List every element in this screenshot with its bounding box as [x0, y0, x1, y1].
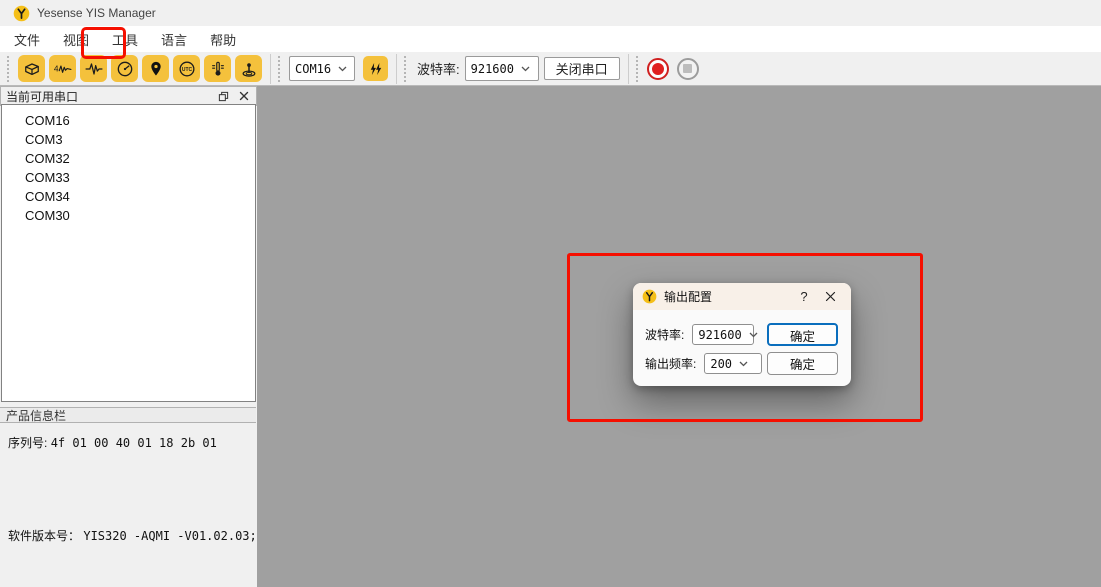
- chevron-down-icon: [739, 361, 748, 367]
- chevron-down-icon: [749, 332, 758, 338]
- thermometer-icon: [208, 59, 228, 79]
- baud-rate-label: 波特率:: [417, 59, 460, 78]
- port-select[interactable]: COM16: [289, 56, 355, 81]
- pulse-waveform-icon: [84, 59, 104, 79]
- thermometer-button[interactable]: [204, 55, 231, 82]
- menu-bar: 文件 视图 工具 语言 帮助: [0, 26, 1101, 52]
- serial-number-label: 序列号:: [8, 436, 47, 450]
- gauge-button[interactable]: [111, 55, 138, 82]
- svg-text:4: 4: [53, 63, 58, 73]
- dock-close-button[interactable]: [235, 89, 253, 104]
- main-workspace: 输出配置 ? 波特率: 921600 确定: [257, 86, 1101, 587]
- dialog-title-bar: 输出配置 ?: [633, 283, 851, 310]
- float-window-icon: [218, 91, 229, 102]
- stop-button[interactable]: [677, 58, 699, 80]
- serial-number-line: 序列号: 4f 01 00 40 01 18 2b 01: [8, 434, 217, 451]
- firmware-version-label: 软件版本号：: [8, 529, 80, 543]
- record-button[interactable]: [647, 58, 669, 80]
- dialog-frequency-select[interactable]: 200: [704, 353, 762, 374]
- gauge-icon: [115, 59, 135, 79]
- product-info-header: 产品信息栏: [0, 407, 256, 423]
- dock-float-button[interactable]: [214, 89, 232, 104]
- menu-help[interactable]: 帮助: [200, 26, 246, 53]
- toolbar-drag-handle[interactable]: [7, 56, 13, 82]
- menu-language[interactable]: 语言: [151, 26, 197, 53]
- firmware-version-line: 软件版本号： YIS320 -AQMI -V01.02.03;: [8, 527, 257, 544]
- port-select-value: COM16: [295, 62, 331, 76]
- toolbar-drag-handle[interactable]: [636, 56, 642, 82]
- cube-3d-button[interactable]: [18, 55, 45, 82]
- dock-title: 当前可用串口: [1, 88, 214, 105]
- window-title: Yesense YIS Manager: [37, 6, 156, 20]
- magnetometer-knob-button[interactable]: [235, 55, 262, 82]
- toolbar-separator: [628, 54, 629, 84]
- serial-number-value: 4f 01 00 40 01 18 2b 01: [51, 436, 217, 450]
- dialog-baud-select[interactable]: 921600: [692, 324, 754, 345]
- serial-port-dock-panel: 当前可用串口 COM16 COM3 COM32 COM33 COM34 COM3…: [0, 86, 257, 587]
- list-item-port[interactable]: COM33: [2, 168, 255, 187]
- baud-rate-value: 921600: [471, 62, 514, 76]
- dialog-baud-ok-button[interactable]: 确定: [767, 323, 838, 346]
- dialog-title: 输出配置: [664, 288, 793, 305]
- dialog-frequency-label: 输出频率:: [645, 355, 696, 372]
- toolbar: 4 UTC: [0, 52, 1101, 86]
- dock-header: 当前可用串口: [0, 86, 257, 106]
- baud-rate-select[interactable]: 921600: [465, 56, 539, 81]
- record-icon: [652, 63, 664, 75]
- toolbar-drag-handle[interactable]: [404, 56, 410, 82]
- output-frequency-row: 输出频率: 200 确定: [645, 352, 838, 375]
- dialog-frequency-value: 200: [710, 357, 732, 371]
- dialog-frequency-ok-button[interactable]: 确定: [767, 352, 838, 375]
- utc-clock-button[interactable]: UTC: [173, 55, 200, 82]
- svg-text:UTC: UTC: [181, 66, 192, 72]
- cube-3d-icon: [22, 59, 42, 79]
- toolbar-drag-handle[interactable]: [278, 56, 284, 82]
- available-ports-list: COM16 COM3 COM32 COM33 COM34 COM30: [1, 104, 256, 402]
- list-item-port[interactable]: COM32: [2, 149, 255, 168]
- refresh-ports-button[interactable]: [363, 56, 388, 81]
- chevron-down-icon: [338, 66, 347, 72]
- firmware-version-value: YIS320 -AQMI -V01.02.03;: [83, 529, 256, 543]
- yesense-logo-icon: [642, 289, 657, 304]
- angle-waveform-button[interactable]: 4: [49, 55, 76, 82]
- dialog-baud-label: 波特率:: [645, 326, 684, 343]
- menu-file[interactable]: 文件: [4, 26, 50, 53]
- angle-waveform-icon: 4: [53, 59, 73, 79]
- close-icon: [825, 291, 836, 302]
- menu-tools[interactable]: 工具: [102, 26, 148, 53]
- app-window: Yesense YIS Manager 文件 视图 工具 语言 帮助 4: [0, 0, 1101, 587]
- pulse-waveform-button[interactable]: [80, 55, 107, 82]
- list-item-port[interactable]: COM3: [2, 130, 255, 149]
- dialog-close-button[interactable]: [815, 291, 845, 302]
- magnetometer-knob-icon: [239, 59, 259, 79]
- close-serial-button[interactable]: 关闭串口: [544, 57, 620, 80]
- toolbar-separator: [270, 54, 271, 84]
- list-item-port[interactable]: COM30: [2, 206, 255, 225]
- menu-view[interactable]: 视图: [53, 26, 99, 53]
- close-icon: [239, 91, 249, 101]
- toolbar-separator: [396, 54, 397, 84]
- dialog-help-button[interactable]: ?: [793, 289, 815, 304]
- yesense-logo-icon: [13, 5, 30, 22]
- list-item-port[interactable]: COM16: [2, 111, 255, 130]
- chevron-down-icon: [521, 66, 530, 72]
- location-pin-icon: [146, 59, 166, 79]
- title-bar: Yesense YIS Manager: [0, 0, 1101, 26]
- list-item-port[interactable]: COM34: [2, 187, 255, 206]
- location-pin-button[interactable]: [142, 55, 169, 82]
- output-config-dialog: 输出配置 ? 波特率: 921600 确定: [633, 283, 851, 386]
- utc-clock-icon: UTC: [177, 59, 197, 79]
- dialog-baud-value: 921600: [698, 328, 741, 342]
- baud-rate-row: 波特率: 921600 确定: [645, 323, 838, 346]
- stop-icon: [683, 64, 692, 73]
- refresh-ports-icon: [367, 60, 385, 78]
